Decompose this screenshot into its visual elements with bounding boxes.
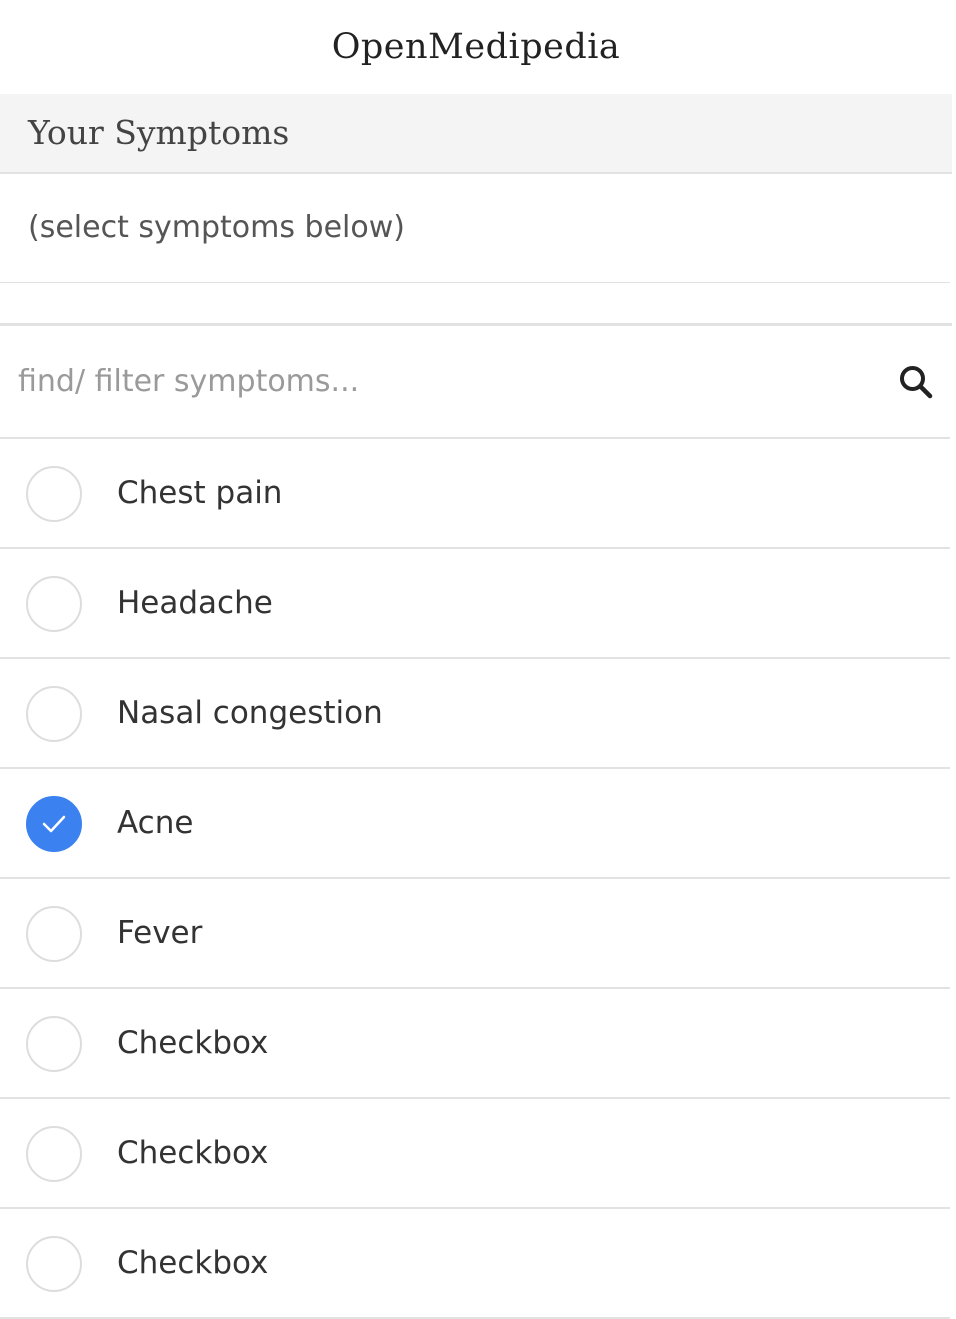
checkbox-circle[interactable] — [26, 466, 82, 522]
your-symptoms-heading: Your Symptoms — [28, 113, 290, 152]
symptom-label: Headache — [117, 585, 273, 621]
symptom-label: Checkbox — [117, 1025, 269, 1061]
symptom-label: Checkbox — [117, 1135, 269, 1171]
checkbox-circle[interactable] — [26, 576, 82, 632]
checkbox-circle[interactable] — [26, 1016, 82, 1072]
symptom-label: Nasal congestion — [117, 695, 383, 731]
selected-symptoms-text: (select symptoms below) — [28, 210, 405, 245]
checkbox-circle[interactable] — [26, 686, 82, 742]
symptom-label: Fever — [117, 915, 203, 951]
symptom-row[interactable]: Checkbox — [0, 989, 950, 1099]
symptom-label: Chest pain — [117, 475, 283, 511]
checkbox-circle[interactable] — [26, 1126, 82, 1182]
app-title: OpenMedipedia — [331, 27, 621, 67]
symptom-row[interactable]: Headache — [0, 549, 950, 659]
your-symptoms-header: Your Symptoms — [0, 94, 952, 174]
selected-symptoms-area: (select symptoms below) — [0, 174, 950, 283]
symptom-row[interactable]: Checkbox — [0, 1209, 950, 1319]
symptom-list: Chest pain Headache Nasal congestion Acn… — [0, 439, 950, 1319]
checkbox-circle[interactable] — [26, 906, 82, 962]
checkmark-icon — [42, 815, 66, 833]
search-bar — [0, 326, 950, 439]
symptom-label: Checkbox — [117, 1245, 269, 1281]
symptom-row[interactable]: Checkbox — [0, 1099, 950, 1209]
checkbox-circle[interactable] — [26, 796, 82, 852]
search-input[interactable] — [0, 326, 880, 437]
checkbox-circle[interactable] — [26, 1236, 82, 1292]
symptom-row[interactable]: Acne — [0, 769, 950, 879]
search-icon[interactable] — [898, 364, 934, 400]
symptom-row[interactable]: Fever — [0, 879, 950, 989]
symptom-row[interactable]: Nasal congestion — [0, 659, 950, 769]
symptom-label: Acne — [117, 805, 194, 841]
symptom-row[interactable]: Chest pain — [0, 439, 950, 549]
